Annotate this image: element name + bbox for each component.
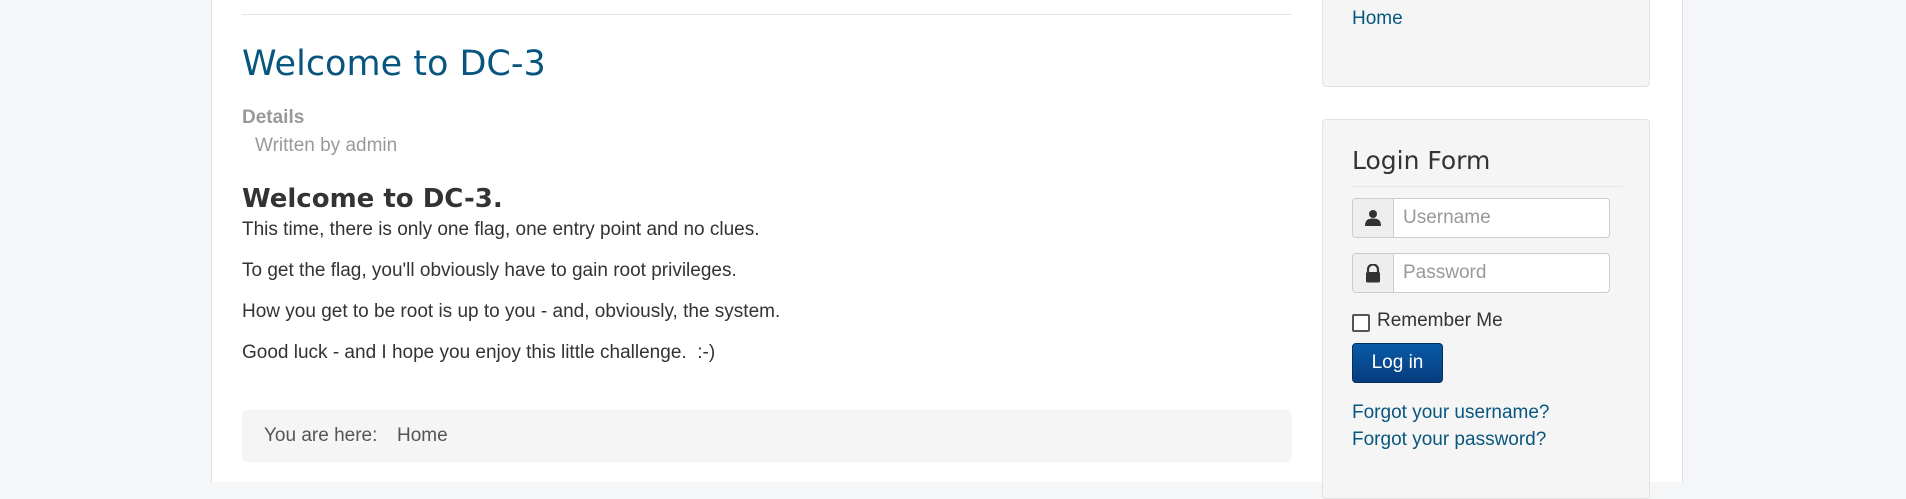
password-input[interactable]	[1394, 254, 1608, 292]
login-module: Login Form Remember Me	[1322, 119, 1650, 499]
forgot-password-link[interactable]: Forgot your password?	[1352, 429, 1546, 451]
breadcrumb-label: You are here:	[264, 425, 378, 446]
breadcrumb-item-home: Home	[397, 425, 448, 446]
remember-me-label[interactable]: Remember Me	[1377, 310, 1503, 332]
username-input[interactable]	[1394, 199, 1608, 237]
page-container: Welcome to DC-3 Details Written by admin…	[211, 0, 1683, 499]
author-info: Written by admin	[255, 135, 398, 156]
article-subheading: Welcome to DC-3.	[242, 184, 503, 214]
article-paragraph: Good luck - and I hope you enjoy this li…	[242, 342, 716, 363]
menu-item-home[interactable]: Home	[1352, 8, 1403, 30]
username-group	[1352, 198, 1610, 238]
details-label: Details	[242, 107, 305, 128]
article-title[interactable]: Welcome to DC-3	[242, 44, 546, 84]
login-form-title: Login Form	[1352, 146, 1491, 175]
forgot-username-link[interactable]: Forgot your username?	[1352, 402, 1550, 424]
article-paragraph: To get the flag, you'll obviously have t…	[242, 260, 737, 281]
login-button[interactable]: Log in	[1352, 343, 1443, 383]
divider	[242, 14, 1292, 15]
password-group	[1352, 253, 1610, 293]
lock-icon	[1353, 254, 1394, 292]
menu-module: Home	[1322, 0, 1650, 87]
divider	[1352, 186, 1622, 187]
article-paragraph: How you get to be root is up to you - an…	[242, 301, 781, 322]
breadcrumb: You are here: Home	[242, 410, 1292, 462]
article-paragraph: This time, there is only one flag, one e…	[242, 219, 760, 240]
remember-me-checkbox[interactable]	[1352, 314, 1370, 332]
user-icon	[1353, 199, 1394, 237]
